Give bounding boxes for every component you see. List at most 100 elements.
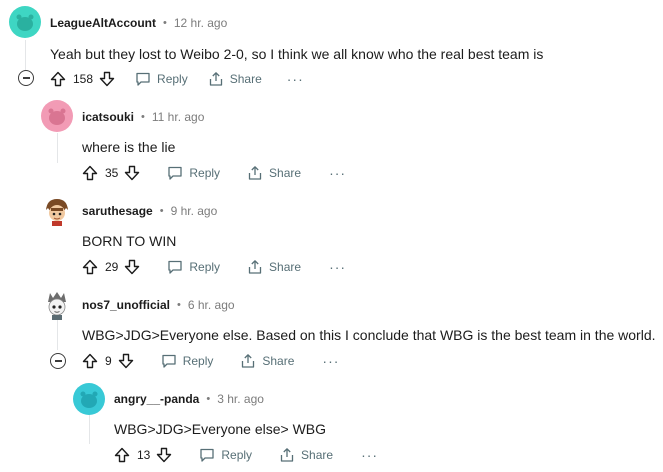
share-icon xyxy=(248,166,262,180)
avatar[interactable] xyxy=(73,383,105,415)
character-avatar-icon xyxy=(48,292,66,320)
vote-count: 9 xyxy=(105,354,112,368)
timestamp[interactable]: 9 hr. ago xyxy=(171,204,218,218)
upvote-button[interactable] xyxy=(82,353,98,369)
upvote-button[interactable] xyxy=(50,71,66,87)
upvote-button[interactable] xyxy=(114,447,130,463)
avatar[interactable] xyxy=(41,195,73,227)
author-name[interactable]: saruthesage xyxy=(82,204,153,218)
share-label: Share xyxy=(229,72,262,86)
separator-dot: • xyxy=(163,17,167,29)
separator-dot: • xyxy=(159,205,164,217)
downvote-arrow-icon xyxy=(125,165,140,181)
share-label: Share xyxy=(262,354,295,368)
upvote-arrow-icon xyxy=(114,447,130,463)
share-label: Share xyxy=(269,166,302,180)
speech-bubble-icon xyxy=(200,448,215,462)
vote-count: 35 xyxy=(105,166,119,180)
comment-text: WBG>JDG>Everyone else. Based on this I c… xyxy=(82,327,656,343)
snoo-avatar-icon xyxy=(80,391,98,408)
share-button[interactable]: Share xyxy=(247,259,301,275)
comment-actions: 13 Reply Share ··· xyxy=(114,443,378,467)
share-icon xyxy=(248,260,262,274)
upvote-arrow-icon xyxy=(82,259,98,275)
comment-text: WBG>JDG>Everyone else> WBG xyxy=(114,421,327,437)
reply-label: Reply xyxy=(189,166,221,180)
comment-meta: saruthesage • 9 hr. ago xyxy=(82,201,217,221)
share-button[interactable]: Share xyxy=(279,447,333,463)
reply-button[interactable]: Reply xyxy=(167,165,220,181)
comment-actions: 9 Reply Share ··· xyxy=(82,349,339,373)
share-icon xyxy=(209,72,222,86)
more-options-button[interactable]: ··· xyxy=(322,354,339,368)
thread-line xyxy=(57,133,58,163)
vote-count: 158 xyxy=(73,72,94,86)
timestamp[interactable]: 3 hr. ago xyxy=(217,392,264,406)
downvote-arrow-icon xyxy=(118,353,133,369)
more-options-button[interactable]: ··· xyxy=(329,166,346,180)
share-label: Share xyxy=(269,260,302,274)
downvote-button[interactable] xyxy=(118,353,134,369)
author-name[interactable]: icatsouki xyxy=(82,110,134,124)
separator-dot: • xyxy=(141,111,145,123)
upvote-arrow-icon xyxy=(50,71,66,87)
downvote-button[interactable] xyxy=(156,447,172,463)
collapse-thread-button[interactable] xyxy=(18,70,34,86)
thread-line xyxy=(89,414,90,444)
avatar[interactable] xyxy=(41,289,73,321)
share-icon xyxy=(242,354,255,368)
more-options-button[interactable]: ··· xyxy=(361,448,378,462)
downvote-button[interactable] xyxy=(99,71,115,87)
timestamp[interactable]: 6 hr. ago xyxy=(188,298,235,312)
speech-bubble-icon xyxy=(162,354,176,368)
reply-button[interactable]: Reply xyxy=(199,447,252,463)
timestamp[interactable]: 12 hr. ago xyxy=(174,16,227,30)
comment-text: BORN TO WIN xyxy=(82,233,177,249)
more-options-button[interactable]: ··· xyxy=(287,72,304,86)
comment-meta: LeagueAltAccount • 12 hr. ago xyxy=(50,13,227,33)
reply-label: Reply xyxy=(157,72,188,86)
comment-meta: nos7_unofficial • 6 hr. ago xyxy=(82,295,235,315)
collapse-thread-button[interactable] xyxy=(50,353,66,369)
upvote-arrow-icon xyxy=(82,165,98,181)
reply-label: Reply xyxy=(221,448,253,462)
author-name[interactable]: LeagueAltAccount xyxy=(50,16,156,30)
avatar[interactable] xyxy=(9,6,41,38)
reply-button[interactable]: Reply xyxy=(167,259,220,275)
comment-actions: 35 Reply Share ··· xyxy=(82,161,346,185)
speech-bubble-icon xyxy=(168,260,183,274)
share-button[interactable]: Share xyxy=(247,165,301,181)
comment-actions: 29 Reply Share ··· xyxy=(82,255,346,279)
more-options-button[interactable]: ··· xyxy=(329,260,346,274)
snoo-avatar-icon xyxy=(16,14,34,31)
upvote-arrow-icon xyxy=(82,353,98,369)
author-name[interactable]: angry__-panda xyxy=(114,392,199,406)
comment-text: where is the lie xyxy=(82,139,176,155)
vote-count: 29 xyxy=(105,260,119,274)
share-label: Share xyxy=(301,448,334,462)
share-button[interactable]: Share xyxy=(240,353,294,369)
timestamp[interactable]: 11 hr. ago xyxy=(152,110,205,124)
comment-actions: 158 Reply Share ··· xyxy=(50,67,304,91)
snoo-avatar-icon xyxy=(48,108,66,125)
downvote-arrow-icon xyxy=(125,259,140,275)
upvote-button[interactable] xyxy=(82,165,98,181)
downvote-button[interactable] xyxy=(124,259,140,275)
reply-button[interactable]: Reply xyxy=(135,71,188,87)
comment-text: Yeah but they lost to Weibo 2-0, so I th… xyxy=(50,46,544,62)
speech-bubble-icon xyxy=(136,72,150,86)
reply-button[interactable]: Reply xyxy=(161,353,214,369)
character-avatar-icon xyxy=(46,199,68,226)
thread-line xyxy=(25,40,26,70)
comment-meta: icatsouki • 11 hr. ago xyxy=(82,107,204,127)
downvote-arrow-icon xyxy=(99,71,115,87)
author-name[interactable]: nos7_unofficial xyxy=(82,298,170,312)
vote-count: 13 xyxy=(137,448,151,462)
reply-label: Reply xyxy=(182,354,214,368)
upvote-button[interactable] xyxy=(82,259,98,275)
separator-dot: • xyxy=(206,393,211,405)
avatar[interactable] xyxy=(41,100,73,132)
reply-label: Reply xyxy=(189,260,221,274)
downvote-button[interactable] xyxy=(124,165,140,181)
share-button[interactable]: Share xyxy=(208,71,262,87)
